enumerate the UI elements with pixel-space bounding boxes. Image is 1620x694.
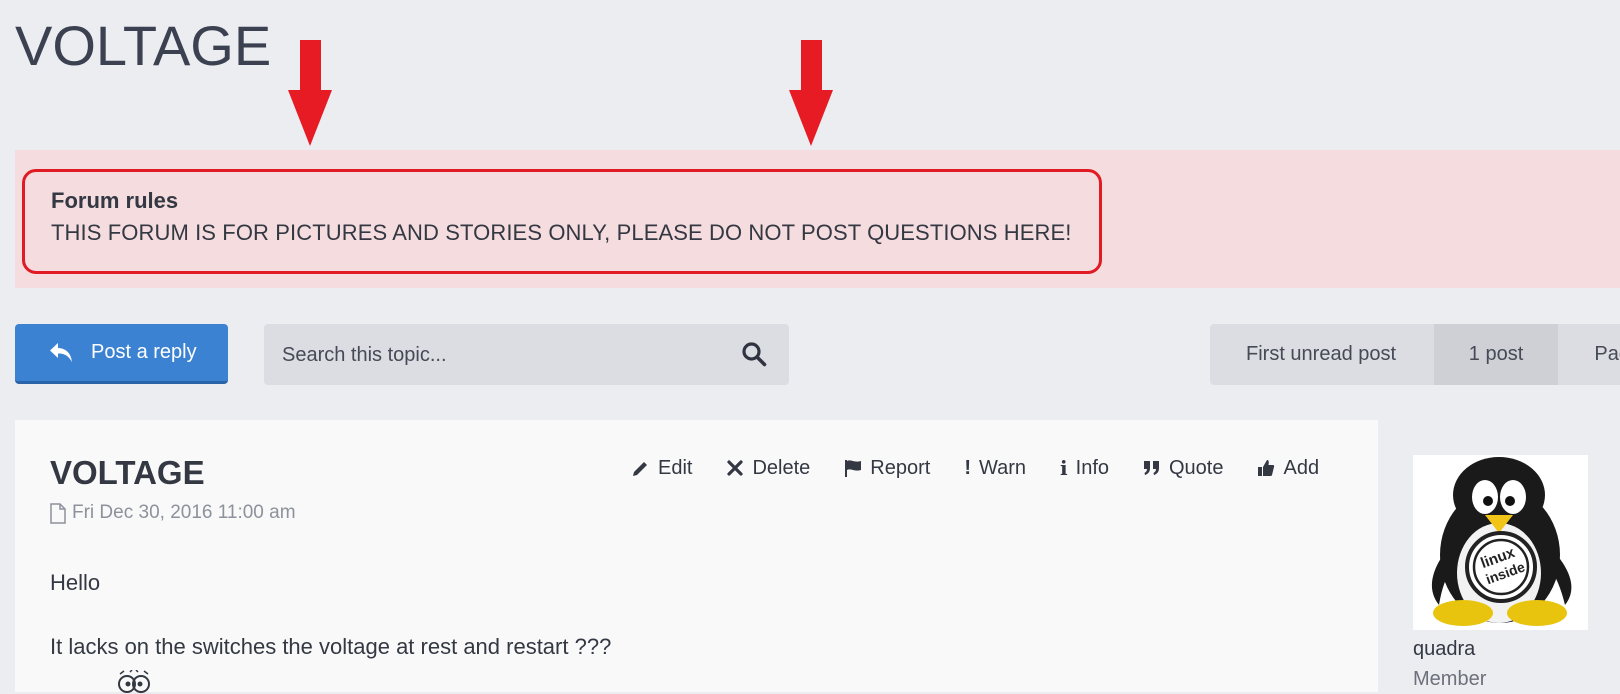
info-label: Info: [1075, 456, 1109, 479]
page-title: VOLTAGE: [15, 14, 272, 77]
post-actions: Edit Delete Report ! Warn i Info Quote A…: [632, 456, 1319, 480]
smiley-icon: [118, 670, 150, 693]
delete-label: Delete: [752, 456, 811, 479]
search-icon[interactable]: [741, 341, 767, 367]
avatar[interactable]: linux inside: [1413, 455, 1588, 630]
post-reply-label: Post a reply: [91, 341, 197, 363]
post-date: Fri Dec 30, 2016 11:00 am: [50, 502, 296, 524]
post-date-text: Fri Dec 30, 2016 11:00 am: [72, 502, 296, 523]
warn-button[interactable]: ! Warn: [964, 456, 1026, 480]
quote-icon: [1144, 461, 1159, 475]
info-button[interactable]: i Info: [1060, 456, 1109, 480]
topic-search: [264, 324, 789, 385]
pencil-icon: [633, 462, 647, 476]
document-icon: [50, 502, 66, 524]
post-body-line: Hello: [50, 570, 101, 595]
close-icon: [727, 460, 744, 476]
author-rank: Member: [1413, 668, 1487, 690]
thumbs-up-icon: [1258, 460, 1275, 476]
delete-button[interactable]: Delete: [726, 456, 810, 480]
forum-rules-text: THIS FORUM IS FOR PICTURES AND STORIES O…: [51, 220, 1072, 245]
annotation-arrow-right: [789, 40, 833, 148]
flag-icon: [845, 460, 862, 477]
author-username[interactable]: quadra: [1413, 638, 1475, 661]
add-button[interactable]: Add: [1257, 456, 1319, 480]
post-title[interactable]: VOLTAGE: [50, 454, 205, 492]
quote-button[interactable]: Quote: [1143, 456, 1223, 480]
post-body-line: It lacks on the switches the voltage at …: [50, 634, 612, 659]
report-button[interactable]: Report: [844, 456, 930, 480]
add-label: Add: [1283, 456, 1320, 479]
penguin-avatar-icon: linux inside: [1413, 455, 1588, 630]
page-label: Pag: [1594, 343, 1620, 365]
first-unread-post-link[interactable]: First unread post: [1210, 324, 1434, 385]
exclamation-icon: !: [964, 456, 971, 479]
info-icon: i: [1060, 456, 1068, 480]
post-reply-button[interactable]: Post a reply: [15, 324, 228, 384]
search-input[interactable]: [280, 340, 714, 370]
pagination-bar: First unread post 1 post Pag: [1210, 324, 1620, 385]
forum-rules-title: Forum rules: [51, 188, 179, 213]
post-content: Hello It lacks on the switches the volta…: [50, 570, 611, 660]
warn-label: Warn: [978, 456, 1027, 479]
reply-icon: [50, 342, 72, 362]
quote-label: Quote: [1169, 456, 1224, 479]
edit-button[interactable]: Edit: [632, 456, 692, 480]
annotation-arrow-left: [288, 40, 332, 148]
edit-label: Edit: [658, 456, 693, 479]
post-count: 1 post: [1433, 324, 1559, 385]
report-label: Report: [870, 456, 931, 479]
forum-rules-highlight: Forum rules THIS FORUM IS FOR PICTURES A…: [22, 169, 1102, 274]
